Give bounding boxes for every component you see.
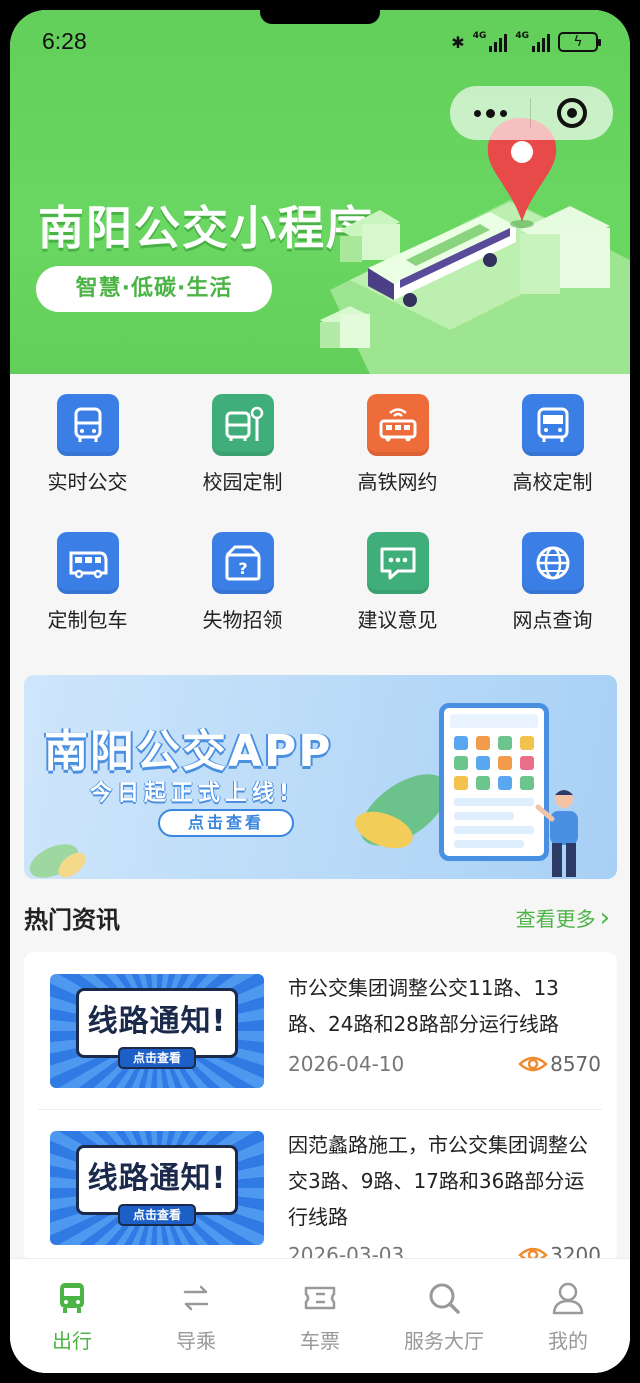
app-promo-banner[interactable]: 南阳公交APP 今日起正式上线! 点击查看 bbox=[24, 675, 617, 879]
chat-bubble-icon bbox=[366, 532, 429, 594]
tab-profile[interactable]: 我的 bbox=[506, 1259, 630, 1373]
news-headline: 因范蠡路施工，市公交集团调整公交3路、9路、17路和36路部分运行线路 bbox=[288, 1133, 588, 1229]
signal-icon: 4G bbox=[473, 32, 508, 52]
status-time: 6:28 bbox=[42, 28, 87, 54]
hero-banner[interactable]: 6:28 ✱ 4G 4G ϟ 南阳公交小程序 智慧·低碳·生活 bbox=[10, 10, 630, 374]
grid-item-university-custom[interactable]: 高校定制 bbox=[475, 394, 630, 532]
bus-illustration bbox=[320, 118, 630, 374]
status-bar: 6:28 ✱ 4G 4G ϟ bbox=[10, 26, 630, 62]
news-section-title: 热门资讯 bbox=[24, 906, 120, 934]
more-menu-button[interactable] bbox=[450, 86, 530, 140]
grid-item-campus-custom[interactable]: 校园定制 bbox=[165, 394, 320, 532]
phone-mockup bbox=[439, 703, 549, 861]
bus-front-icon bbox=[56, 394, 119, 456]
news-more-label: 查看更多 bbox=[515, 907, 596, 931]
bus-stop-icon bbox=[211, 394, 274, 456]
globe-icon bbox=[521, 532, 584, 594]
grid-label: 高铁网约 bbox=[357, 470, 438, 494]
bus-front-icon bbox=[521, 394, 584, 456]
network-type: 4G bbox=[515, 31, 529, 41]
news-headline: 市公交集团调整公交11路、13路、24路和28路部分运行线路 bbox=[288, 976, 559, 1036]
grid-label: 网点查询 bbox=[512, 608, 593, 632]
tab-label: 服务大厅 bbox=[404, 1329, 484, 1353]
bus-icon bbox=[60, 1283, 84, 1313]
status-icons: ✱ 4G 4G ϟ bbox=[451, 32, 601, 52]
thumbnail-button: 点击查看 bbox=[118, 1047, 196, 1069]
banner-subtitle: 今日起正式上线! bbox=[90, 781, 295, 806]
user-icon bbox=[552, 1282, 584, 1315]
banner-title: 南阳公交APP bbox=[44, 726, 333, 777]
news-item[interactable]: 线路通知! 点击查看 市公交集团调整公交11路、13路、24路和28路部分运行线… bbox=[24, 952, 617, 1109]
tab-service-hall[interactable]: 服务大厅 bbox=[382, 1259, 506, 1373]
news-date: 2026-04-10 bbox=[288, 1052, 405, 1076]
leaf-decoration bbox=[29, 844, 86, 878]
lost-box-icon: ? bbox=[211, 532, 274, 594]
grid-label: 实时公交 bbox=[47, 470, 128, 494]
thumbnail-button: 点击查看 bbox=[118, 1204, 196, 1226]
news-thumbnail: 线路通知! 点击查看 bbox=[50, 1131, 264, 1245]
svg-text:?: ? bbox=[238, 559, 247, 578]
grid-label: 校园定制 bbox=[202, 470, 283, 494]
grid-item-charter-bus[interactable]: 定制包车 bbox=[10, 532, 165, 670]
tab-label: 车票 bbox=[300, 1329, 340, 1353]
phone-screen: 6:28 ✱ 4G 4G ϟ 南阳公交小程序 智慧·低碳·生活 实时公交 校园定… bbox=[10, 10, 630, 1373]
grid-label: 建议意见 bbox=[357, 608, 438, 632]
search-icon bbox=[429, 1283, 460, 1314]
battery-icon: ϟ bbox=[558, 32, 601, 52]
view-count: 8570 bbox=[550, 1052, 601, 1076]
banner-view-button[interactable]: 点击查看 bbox=[158, 809, 294, 837]
close-miniprogram-button[interactable] bbox=[531, 98, 613, 128]
grid-item-outlet-search[interactable]: 网点查询 bbox=[475, 532, 630, 670]
network-type: 4G bbox=[472, 31, 487, 41]
miniprogram-capsule bbox=[450, 86, 613, 140]
grid-label: 高校定制 bbox=[512, 470, 593, 494]
grid-label: 失物招领 bbox=[202, 608, 283, 632]
grid-item-rail-booking[interactable]: 高铁网约 bbox=[320, 394, 475, 532]
tab-tickets[interactable]: 车票 bbox=[258, 1259, 382, 1373]
grid-label: 定制包车 bbox=[47, 608, 128, 632]
route-arrows-icon bbox=[183, 1285, 209, 1311]
news-views: 8570 bbox=[518, 1052, 601, 1076]
chevron-right-icon: › bbox=[599, 902, 610, 933]
tab-guide[interactable]: 导乘 bbox=[134, 1259, 258, 1373]
tab-label: 出行 bbox=[52, 1329, 92, 1353]
bottom-tab-bar: 出行 导乘 车票 服务大厅 我的 bbox=[10, 1258, 630, 1373]
bluetooth-icon: ✱ bbox=[451, 32, 465, 52]
grid-item-realtime-bus[interactable]: 实时公交 bbox=[10, 394, 165, 532]
signal-icon: 4G bbox=[515, 32, 550, 52]
camera-notch bbox=[260, 10, 380, 24]
ticket-icon bbox=[304, 1286, 336, 1310]
news-more-link[interactable]: 查看更多 › bbox=[516, 903, 610, 932]
news-thumbnail: 线路通知! 点击查看 bbox=[50, 974, 264, 1088]
person-illustration bbox=[535, 790, 578, 877]
grid-item-lost-found[interactable]: ? 失物招领 bbox=[165, 532, 320, 670]
tab-label: 我的 bbox=[548, 1329, 588, 1353]
tab-travel[interactable]: 出行 bbox=[10, 1259, 134, 1373]
hero-slogan: 智慧·低碳·生活 bbox=[36, 266, 272, 312]
news-list: 线路通知! 点击查看 市公交集团调整公交11路、13路、24路和28路部分运行线… bbox=[24, 952, 617, 1262]
news-item[interactable]: 线路通知! 点击查看 因范蠡路施工，市公交集团调整公交3路、9路、17路和36路… bbox=[24, 1109, 617, 1262]
tab-label: 导乘 bbox=[176, 1329, 216, 1353]
bus-side-icon bbox=[56, 532, 119, 594]
wifi-bus-icon bbox=[366, 394, 429, 456]
grid-item-suggestions[interactable]: 建议意见 bbox=[320, 532, 475, 670]
service-grid: 实时公交 校园定制 高铁网约 高校定制 定制包车 ? 失物招领 建议意见 网点查… bbox=[10, 394, 630, 670]
eye-icon bbox=[518, 1056, 548, 1072]
